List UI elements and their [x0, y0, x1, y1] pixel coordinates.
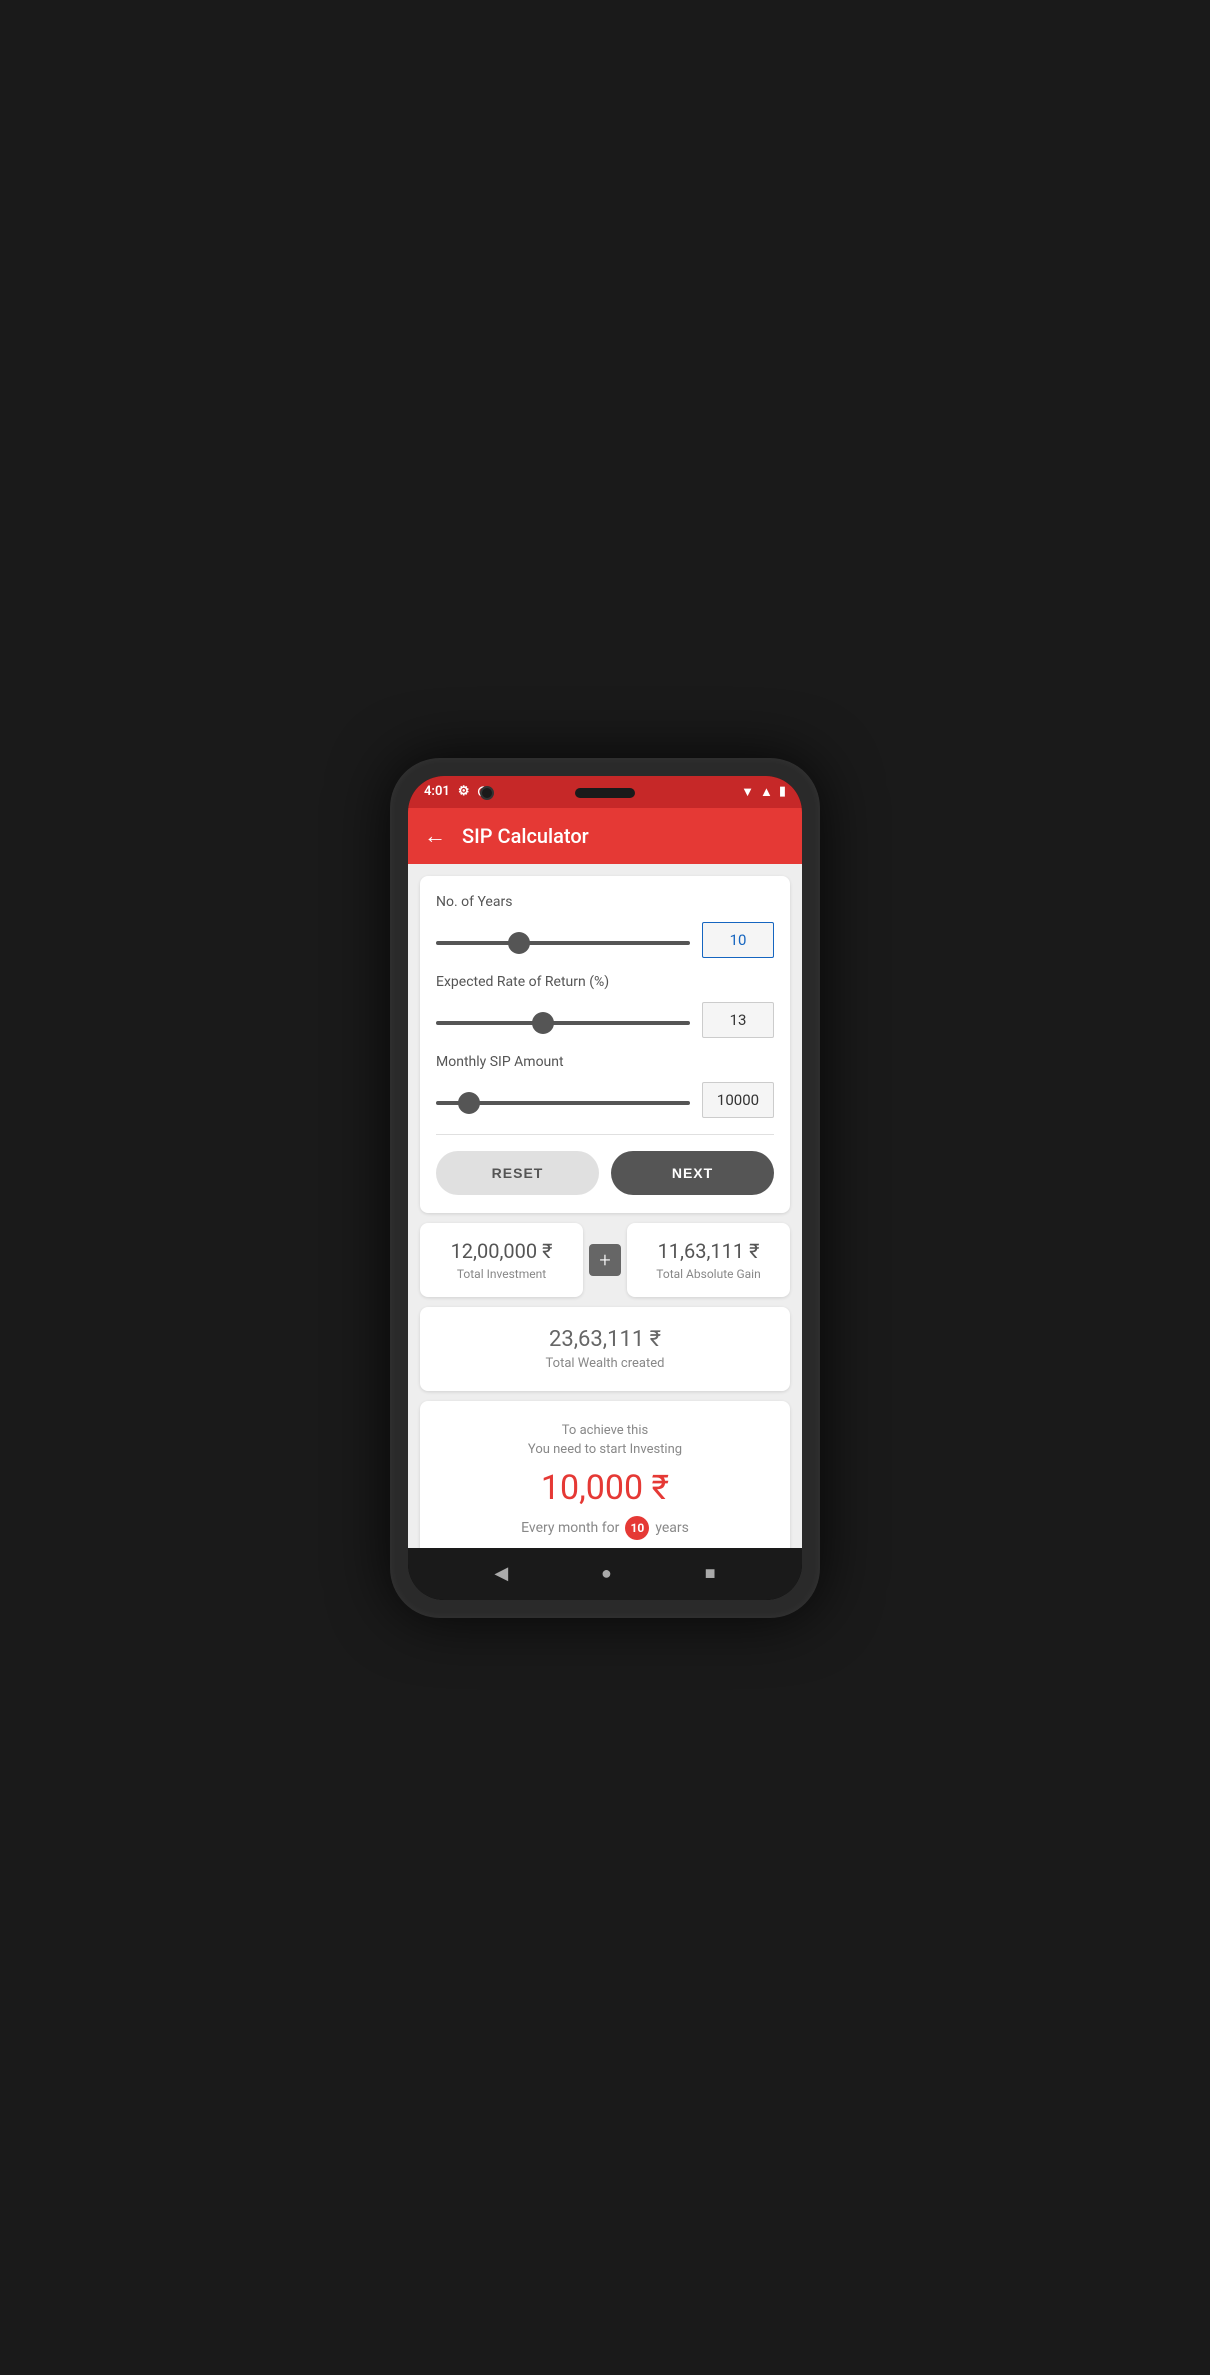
battery-icon: ▮: [779, 784, 786, 799]
years-row: 10: [436, 922, 774, 958]
back-button[interactable]: ←: [424, 823, 446, 849]
wealth-card: 23,63,111 ₹ Total Wealth created: [420, 1307, 790, 1391]
rate-row: 13: [436, 1002, 774, 1038]
rate-label: Expected Rate of Return (%): [436, 974, 774, 990]
achieve-amount: 10,000 ₹: [541, 1468, 669, 1508]
investment-label: Total Investment: [457, 1267, 546, 1281]
years-badge: 10: [625, 1516, 649, 1540]
app-title: SIP Calculator: [462, 824, 589, 848]
gain-amount: 11,63,111 ₹: [658, 1239, 760, 1263]
sip-slider[interactable]: [436, 1101, 690, 1105]
rate-slider[interactable]: [436, 1021, 690, 1025]
nav-home-button[interactable]: ●: [601, 1563, 612, 1584]
rate-slider-container: [436, 1010, 690, 1029]
achieve-text: To achieve this You need to start Invest…: [528, 1421, 682, 1460]
sip-row: 10000: [436, 1082, 774, 1118]
years-slider[interactable]: [436, 941, 690, 945]
achieve-footer: Every month for 10 years: [521, 1516, 689, 1540]
gain-label: Total Absolute Gain: [656, 1267, 760, 1281]
nav-bar: ◀ ● ■: [408, 1548, 802, 1600]
years-label: No. of Years: [436, 894, 774, 910]
phone-speaker: [575, 788, 635, 798]
phone-camera: [480, 786, 494, 800]
divider: [436, 1134, 774, 1135]
signal-icon: ▲: [760, 784, 773, 800]
sip-label: Monthly SIP Amount: [436, 1054, 774, 1070]
wealth-label: Total Wealth created: [546, 1356, 665, 1371]
rate-value-box[interactable]: 13: [702, 1002, 774, 1038]
reset-button[interactable]: RESET: [436, 1151, 599, 1195]
buttons-row: RESET NEXT: [436, 1151, 774, 1195]
wealth-amount: 23,63,111 ₹: [549, 1327, 661, 1352]
sip-slider-container: [436, 1090, 690, 1109]
results-row: 12,00,000 ₹ Total Investment + 11,63,111…: [420, 1223, 790, 1297]
sip-value-box[interactable]: 10000: [702, 1082, 774, 1118]
wifi-icon: ▼: [741, 784, 754, 800]
next-button[interactable]: NEXT: [611, 1151, 774, 1195]
plus-connector: +: [583, 1223, 627, 1297]
years-slider-container: [436, 930, 690, 949]
gain-card: 11,63,111 ₹ Total Absolute Gain: [627, 1223, 790, 1297]
plus-icon: +: [589, 1244, 621, 1276]
app-bar: ← SIP Calculator: [408, 808, 802, 864]
investment-card: 12,00,000 ₹ Total Investment: [420, 1223, 583, 1297]
status-time: 4:01: [424, 784, 450, 799]
settings-icon: ⚙: [458, 784, 470, 799]
achieve-card: To achieve this You need to start Invest…: [420, 1401, 790, 1548]
calculator-card: No. of Years 10 Expected Rate of Return …: [420, 876, 790, 1213]
investment-amount: 12,00,000 ₹: [451, 1239, 553, 1263]
nav-recents-button[interactable]: ■: [705, 1563, 716, 1584]
main-content: No. of Years 10 Expected Rate of Return …: [408, 864, 802, 1548]
years-value-box[interactable]: 10: [702, 922, 774, 958]
nav-back-button[interactable]: ◀: [494, 1563, 508, 1584]
